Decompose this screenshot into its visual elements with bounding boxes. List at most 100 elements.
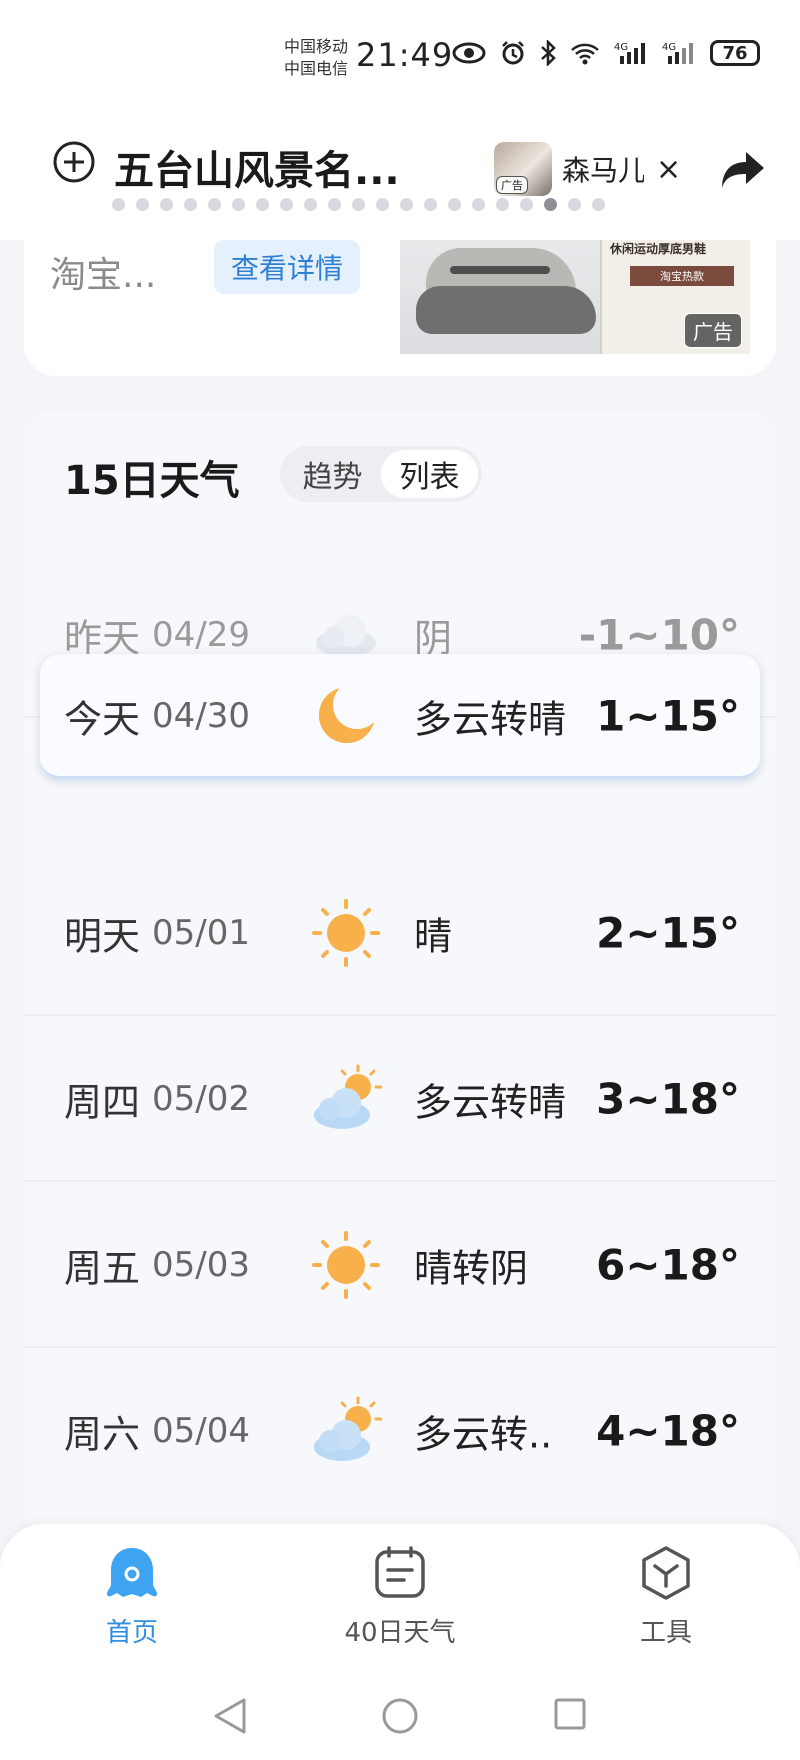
day-temperature: 2~15° [596,908,740,958]
page-dot [256,198,269,211]
page-dot [280,198,293,211]
page-dot [400,198,413,211]
system-nav [0,1674,800,1760]
day-row-thursday[interactable]: 周四 05/02 多云转晴 3~18° [24,1016,776,1182]
nav-item-40day[interactable]: 40日天气 [310,1544,490,1649]
forecast-title: 15日天气 [64,458,240,504]
nav-item-tools[interactable]: 工具 [576,1544,756,1649]
day-condition: 晴 [414,914,453,959]
page-dot [352,198,365,211]
day-name: 今天 [64,697,141,742]
day-row-today[interactable]: 今天 04/30 多云转晴 1~15° [24,640,776,806]
page-dot [160,198,173,211]
crescent-moon-icon [318,688,374,744]
ad-label: 广告 [684,313,742,348]
page-dot [496,198,509,211]
page-dot [568,198,581,211]
ad-card-text: 淘宝... [50,255,157,296]
toolbox-cube-icon [642,1546,690,1600]
recents-square-icon[interactable] [552,1696,588,1732]
carrier-1: 中国移动 [284,37,349,56]
bluetooth-icon [541,40,556,66]
page-dot [328,198,341,211]
svg-text:4G: 4G [662,42,676,53]
header-ad-chip[interactable]: 广告 森马儿 × [494,142,681,196]
page-dot [376,198,389,211]
signal-4g-icon: 4G [662,42,693,64]
close-icon[interactable]: × [656,152,681,187]
alarm-icon [502,41,524,65]
sun-icon [312,899,380,967]
day-date: 04/30 [152,696,250,736]
day-name: 周四 [64,1080,141,1125]
day-temperature: 3~18° [596,1074,740,1124]
header: 五台山风景名... 广告 森马儿 × [0,110,800,240]
forecast-card: 15日天气 趋势 列表 昨天 04/29 阴 -1~10° 今天 04/30 多… [24,412,776,1532]
sun-icon [312,1231,380,1299]
day-row-tomorrow[interactable]: 明天 05/01 晴 2~15° [24,850,776,1016]
partly-cloudy-icon [314,1396,382,1461]
day-condition: 多云转晴 [414,1080,567,1125]
day-row-friday[interactable]: 周五 05/03 晴转阴 6~18° [24,1182,776,1348]
view-toggle[interactable]: 趋势 列表 [280,446,482,502]
share-arrow-icon[interactable] [720,150,766,190]
page-dot [184,198,197,211]
day-name: 明天 [64,914,141,959]
toggle-list[interactable]: 列表 [381,450,478,498]
plus-circle-icon[interactable] [52,140,96,184]
shoe-sole [416,286,596,334]
carrier-2: 中国电信 [284,59,349,78]
bottom-nav: 首页 40日天气 工具 [0,1524,800,1674]
nav-item-home[interactable]: 首页 [42,1544,222,1649]
page-dot [232,198,245,211]
ad-thumbnail[interactable]: 广告 [494,142,552,196]
day-temperature: 1~15° [596,691,740,741]
location-title[interactable]: 五台山风景名... [114,138,400,196]
day-row-saturday[interactable]: 周六 05/04 多云转.. 4~18° [24,1348,776,1514]
ad-image-caption: 休闲运动厚底男鞋 [610,242,707,256]
day-condition: 多云转晴 [414,697,567,742]
home-ghost-icon [107,1548,157,1597]
carrier-info: 中国移动 中国电信 [284,36,348,80]
status-bar: 中国移动 中国电信 21:49 4G 4G 76 [0,0,800,110]
svg-text:4G: 4G [614,42,628,53]
page-dot [424,198,437,211]
nav-label-40day: 40日天气 [344,1618,456,1648]
page-dot [592,198,605,211]
view-details-button[interactable]: 查看详情 [214,240,360,294]
status-icons: 4G 4G 76 [452,40,760,66]
day-condition: 多云转.. [414,1412,553,1457]
day-temperature: 4~18° [596,1406,740,1456]
back-triangle-icon[interactable] [212,1696,248,1736]
day-date: 05/01 [152,913,250,953]
calendar-icon [375,1546,425,1598]
ad-image[interactable]: 休闲运动厚底男鞋 淘宝热款 广告 [400,240,750,354]
battery-indicator: 76 [710,40,760,66]
page-dot [304,198,317,211]
shoe-stripe [450,266,550,274]
nav-label-tools: 工具 [639,1618,692,1648]
day-name: 周五 [64,1246,141,1291]
toggle-trend[interactable]: 趋势 [284,450,381,498]
status-time: 21:49 [356,36,454,74]
partly-cloudy-icon [314,1064,382,1129]
day-temperature: 6~18° [596,1240,740,1290]
day-date: 05/02 [152,1079,250,1119]
ad-card[interactable]: 淘宝... 查看详情 休闲运动厚底男鞋 淘宝热款 广告 [24,240,776,376]
page-dot [208,198,221,211]
page-dot [544,198,557,211]
day-name: 周六 [64,1412,141,1457]
nav-label-home: 首页 [105,1618,158,1648]
page-dot [136,198,149,211]
eye-icon [452,42,486,64]
home-circle-icon[interactable] [380,1696,420,1736]
wifi-icon [571,43,599,65]
day-date: 05/04 [152,1411,250,1451]
page-dot [112,198,125,211]
ad-tag: 广告 [496,176,528,194]
day-condition: 晴转阴 [414,1246,529,1291]
ad-image-button: 淘宝热款 [630,266,734,286]
ad-chip-text[interactable]: 森马儿 [562,149,644,189]
signal-4g-icon: 4G [614,42,645,64]
page-dot [472,198,485,211]
